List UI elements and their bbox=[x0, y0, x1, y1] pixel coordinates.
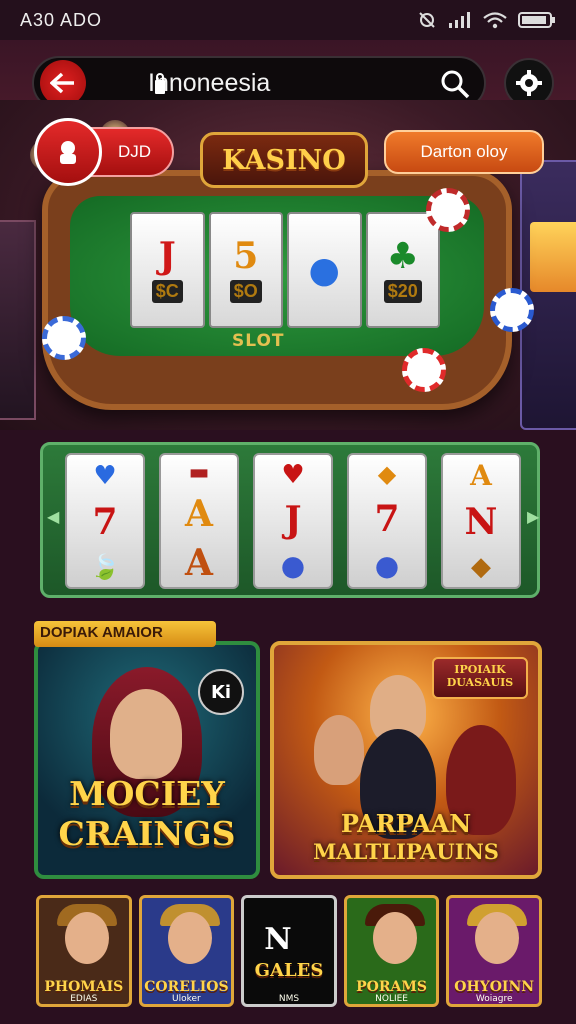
game-thumbnail[interactable]: PHOMAIS EDIAS bbox=[36, 895, 132, 1007]
lock-icon bbox=[155, 73, 165, 94]
kasino-logo: KASINO bbox=[200, 132, 368, 188]
status-bar: A30 ADO bbox=[0, 0, 576, 40]
promo-pill-right[interactable]: Darton oloy bbox=[384, 130, 544, 174]
chevron-right-icon[interactable]: ▶ bbox=[527, 507, 539, 526]
search-icon[interactable] bbox=[440, 69, 470, 99]
nl-logo: N bbox=[264, 922, 292, 957]
hand-icon bbox=[60, 141, 76, 164]
casino-chip bbox=[42, 316, 86, 360]
featured-game-card[interactable]: Ki MOCIEY CRAINGS bbox=[34, 641, 260, 879]
card-banner: IPOIAIK DUASAUIS bbox=[432, 657, 528, 699]
card-badge: Ki bbox=[198, 669, 244, 715]
promo-pill-left-label: DJD bbox=[118, 142, 152, 161]
strip-reel: ♥ J ● bbox=[253, 453, 333, 589]
casino-chip bbox=[490, 288, 534, 332]
arrow-left-icon bbox=[50, 72, 74, 94]
game-thumbnails: PHOMAIS EDIAS CORELIOS Uloker N GALES NM… bbox=[36, 895, 542, 1007]
casino-chip bbox=[402, 348, 446, 392]
search-input[interactable]: Innoneesia bbox=[148, 69, 270, 98]
signal-icon bbox=[449, 12, 470, 28]
dnd-icon bbox=[419, 12, 435, 28]
reel: ● bbox=[287, 212, 362, 328]
table-reels: J $C 5 $O ● ♣ $20 bbox=[130, 212, 440, 328]
strip-reel: A N ◆ bbox=[441, 453, 521, 589]
game-thumbnail[interactable]: N GALES NMS bbox=[241, 895, 337, 1007]
chevron-left-icon[interactable]: ◀ bbox=[47, 507, 59, 526]
card-title-line2: MALTLIPAUINS bbox=[313, 839, 499, 864]
user-icon-circle bbox=[34, 118, 102, 186]
strip-reel: ◆ 7 ● bbox=[347, 453, 427, 589]
character-face bbox=[314, 715, 364, 785]
featured-game-card[interactable]: IPOIAIK DUASAUIS PARPAAN MALTLIPAUINS bbox=[270, 641, 542, 879]
card-title-line1: PARPAAN bbox=[340, 809, 472, 838]
slot-reel-strip[interactable]: ◀ ♥ 7 🍃 ▬ A A ♥ J ● ◆ 7 ● A N ◆ ▶ bbox=[40, 442, 540, 598]
status-time: A30 ADO bbox=[20, 9, 103, 30]
character-face bbox=[110, 689, 182, 779]
card-title-line1: MOCIEY bbox=[69, 774, 225, 813]
status-icons bbox=[416, 11, 556, 29]
game-thumbnail[interactable]: PORAMS NOLIEE bbox=[343, 895, 440, 1007]
featured-label: DOPIAK AMAIOR bbox=[34, 621, 216, 647]
gear-icon bbox=[516, 70, 542, 96]
strip-reel: ▬ A A bbox=[159, 453, 239, 589]
game-thumbnail[interactable]: CORELIOS Uloker bbox=[138, 895, 235, 1007]
casino-chip bbox=[426, 188, 470, 232]
table-label: SLOT bbox=[232, 331, 285, 351]
slot-machine-bg bbox=[0, 220, 36, 420]
reel: 5 $O bbox=[208, 212, 283, 328]
battery-icon bbox=[518, 12, 555, 28]
strip-reel: ♥ 7 🍃 bbox=[65, 453, 145, 589]
reel: ♣ $20 bbox=[365, 212, 440, 328]
game-thumbnail[interactable]: OHYOINN Woiagre bbox=[446, 895, 542, 1007]
wifi-icon bbox=[483, 12, 507, 29]
card-title-line2: CRAINGS bbox=[58, 814, 236, 853]
reel: J $C bbox=[130, 212, 205, 328]
promo-pill-left[interactable]: DJD bbox=[34, 118, 174, 186]
